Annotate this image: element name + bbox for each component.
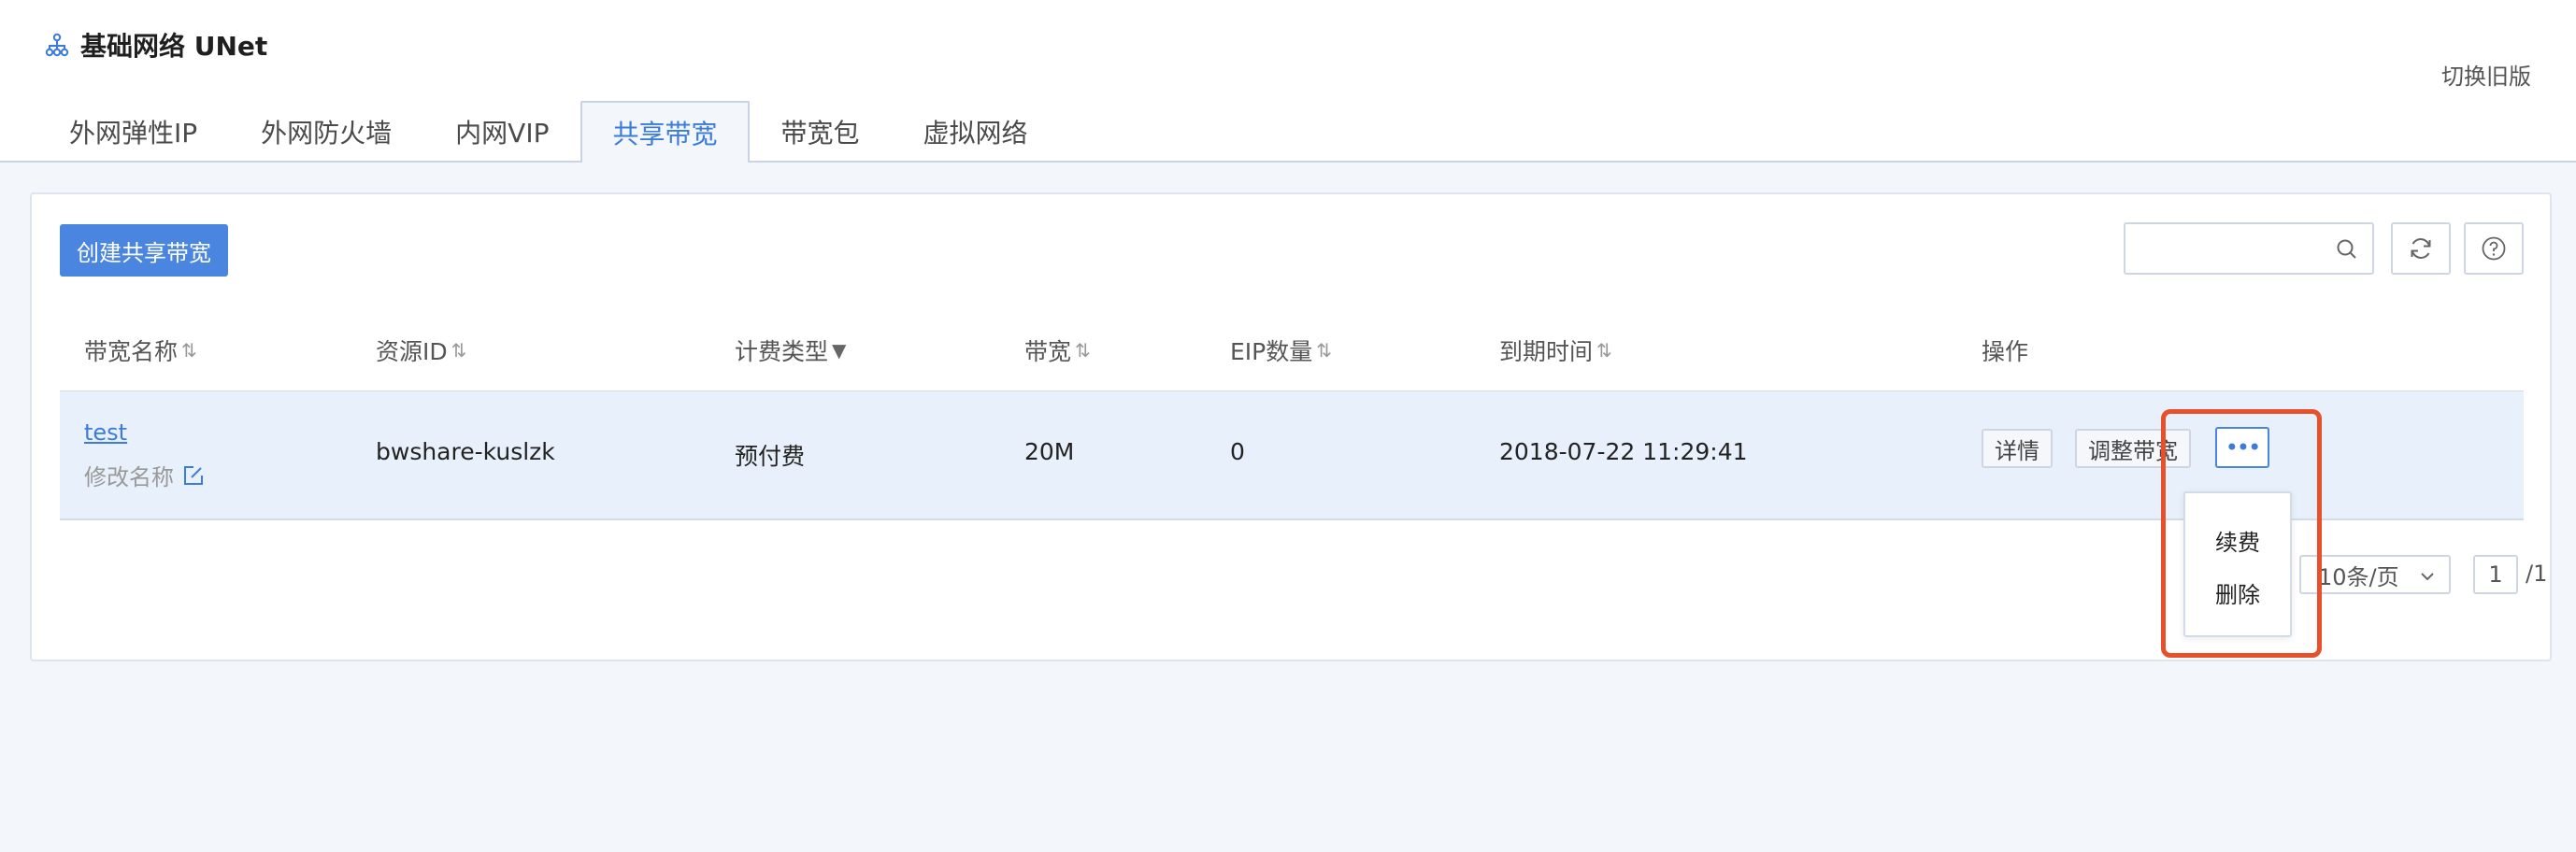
switch-old-version-link[interactable]: 切换旧版 [2441, 58, 2531, 91]
refresh-button[interactable] [2391, 222, 2451, 275]
help-button[interactable] [2464, 222, 2524, 275]
total-pages: /1 [2526, 561, 2548, 587]
create-shared-bandwidth-button[interactable]: 创建共享带宽 [60, 224, 228, 277]
content-panel: 创建共享带宽 带宽名称 ⇅ 资源ID ⇅ 计费类型 ▼ 带宽 ⇅ EIP数量 ⇅… [30, 192, 2552, 661]
column-header-charge-type[interactable]: 计费类型 ▼ [735, 310, 846, 390]
chevron-down-icon [2421, 573, 2434, 581]
help-icon [2482, 236, 2506, 261]
column-header-label: EIP数量 [1230, 338, 1313, 365]
charge-type-cell: 预付费 [735, 443, 806, 470]
table-header: 带宽名称 ⇅ 资源ID ⇅ 计费类型 ▼ 带宽 ⇅ EIP数量 ⇅ 到期时间 ⇅ 操作 [60, 310, 2524, 393]
detail-button[interactable]: 详情 [1982, 429, 2053, 468]
column-header-expire-time[interactable]: 到期时间 ⇅ [1499, 310, 1612, 390]
more-actions-menu: 续费 删除 [2183, 491, 2292, 637]
column-header-label: 带宽 [1024, 338, 1072, 365]
menu-item-renew[interactable]: 续费 [2185, 516, 2290, 564]
search-icon[interactable] [2335, 237, 2359, 262]
network-topology-icon [45, 33, 69, 57]
menu-item-delete[interactable]: 删除 [2185, 568, 2290, 617]
sort-icon[interactable]: ⇅ [1075, 339, 1091, 362]
column-header-resource-id[interactable]: 资源ID ⇅ [376, 310, 466, 390]
rename-link[interactable]: 修改名称 [84, 459, 206, 491]
sort-icon[interactable]: ⇅ [451, 339, 467, 362]
current-page-input[interactable]: 1 [2473, 555, 2518, 594]
column-header-label: 计费类型 [735, 338, 829, 365]
tab-shared-bandwidth[interactable]: 共享带宽 [580, 101, 750, 163]
tab-bandwidth-package[interactable]: 带宽包 [750, 101, 892, 161]
column-header-eip-count[interactable]: EIP数量 ⇅ [1230, 310, 1332, 390]
rename-label: 修改名称 [84, 464, 174, 490]
search-input[interactable] [2124, 222, 2374, 275]
adjust-bandwidth-button[interactable]: 调整带宽 [2075, 429, 2191, 468]
tab-eip[interactable]: 外网弹性IP [37, 101, 229, 161]
column-header-label: 带宽名称 [84, 338, 179, 365]
edit-icon[interactable] [181, 463, 206, 488]
column-header-label: 到期时间 [1499, 338, 1594, 365]
refresh-icon [2411, 238, 2431, 259]
tab-vpc[interactable]: 虚拟网络 [892, 101, 1060, 161]
more-actions-button[interactable]: ••• [2215, 427, 2269, 468]
expire-time-cell: 2018-07-22 11:29:41 [1499, 438, 1748, 465]
filter-icon[interactable]: ▼ [832, 339, 846, 362]
sort-icon[interactable]: ⇅ [181, 339, 197, 362]
resource-id-cell: bwshare-kuslzk [376, 438, 555, 465]
eip-count-cell: 0 [1230, 438, 1245, 465]
column-header-name[interactable]: 带宽名称 ⇅ [84, 310, 197, 390]
bandwidth-cell: 20M [1024, 438, 1075, 465]
page-size-label: 10条/页 [2318, 563, 2399, 590]
bandwidth-name-link[interactable]: test [84, 419, 127, 446]
column-header-label: 资源ID [376, 338, 448, 365]
column-header-bandwidth[interactable]: 带宽 ⇅ [1024, 310, 1091, 390]
sort-icon[interactable]: ⇅ [1596, 339, 1612, 362]
column-header-label: 操作 [1982, 338, 2029, 365]
sort-icon[interactable]: ⇅ [1316, 339, 1332, 362]
tab-vip[interactable]: 内网VIP [423, 101, 580, 161]
tab-bar: 外网弹性IP 外网防火墙 内网VIP 共享带宽 带宽包 虚拟网络 [37, 101, 1060, 163]
table-row: test 修改名称 bwshare-kuslzk 预付费 20M 0 2018-… [60, 391, 2524, 520]
page-title: 基础网络 UNet [45, 24, 267, 65]
page-size-select[interactable]: 10条/页 [2299, 555, 2451, 594]
column-header-actions: 操作 [1982, 310, 2028, 390]
page-title-text: 基础网络 UNet [80, 31, 268, 62]
top-header: 基础网络 UNet 切换旧版 外网弹性IP 外网防火墙 内网VIP 共享带宽 带… [0, 0, 2576, 163]
tab-firewall[interactable]: 外网防火墙 [229, 101, 423, 161]
